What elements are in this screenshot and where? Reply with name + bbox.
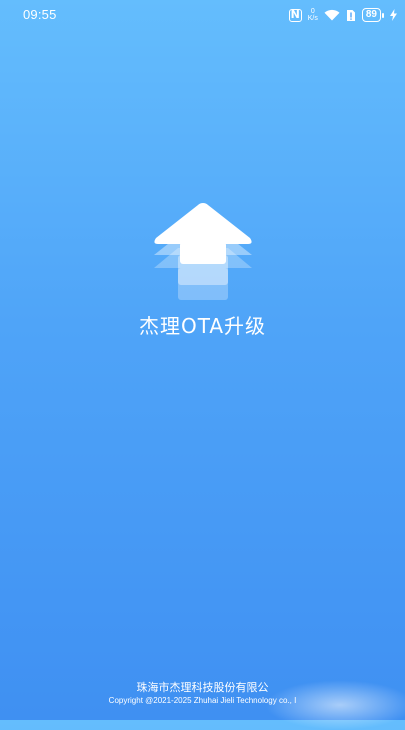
status-bar: 09:55 N 0 K/s 89 [0, 0, 405, 30]
net-speed-unit: K/s [307, 15, 318, 22]
company-name: 珠海市杰理科技股份有限公 [136, 681, 269, 694]
wifi-icon [324, 9, 340, 21]
app-title: 杰理OTA升级 [138, 314, 267, 338]
net-speed-value: 0 [310, 8, 315, 15]
battery-tip [382, 12, 384, 18]
battery-percent: 89 [361, 8, 381, 22]
sim-alert-icon [346, 9, 355, 21]
battery-icon: 89 [361, 8, 384, 22]
status-icons: N 0 K/s 89 [288, 6, 397, 24]
status-time: 09:55 [23, 7, 57, 22]
upload-arrow-icon [154, 203, 252, 300]
network-speed-icon: 0 K/s [308, 8, 318, 22]
charging-icon [390, 9, 397, 21]
footer: 珠海市杰理科技股份有限公 Copyright @2021-2025 Zhuhai… [0, 680, 405, 707]
nfc-icon: N [288, 7, 302, 22]
copyright-text: Copyright @2021-2025 Zhuhai Jieli Techno… [108, 696, 297, 705]
